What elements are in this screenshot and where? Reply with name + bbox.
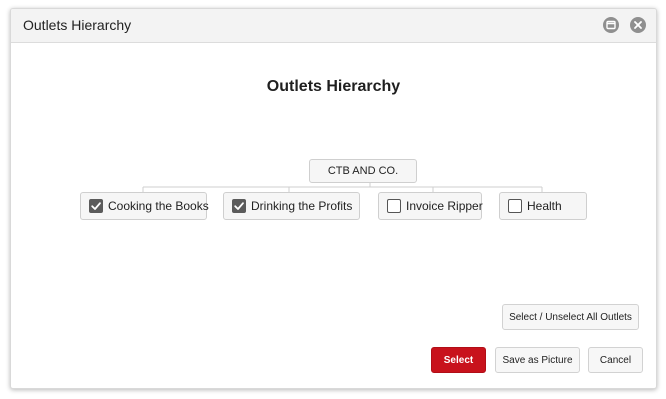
checkbox-checked-icon[interactable] (89, 199, 103, 213)
save-as-picture-button[interactable]: Save as Picture (495, 347, 580, 373)
outlet-label: Health (527, 199, 562, 213)
cancel-button[interactable]: Cancel (588, 347, 643, 373)
outlet-label: Cooking the Books (108, 199, 209, 213)
outlet-node-invoice-ripper[interactable]: Invoice Ripper (378, 192, 483, 220)
stage: Outlets Hierarchy Outlets Hierarchy CTB … (0, 0, 666, 399)
outlets-hierarchy-dialog: Outlets Hierarchy Outlets Hierarchy CTB … (10, 8, 657, 389)
checkbox-unchecked-icon[interactable] (387, 199, 401, 213)
outlet-label: Drinking the Profits (251, 199, 353, 213)
tree-root-label: CTB AND CO. (327, 165, 399, 177)
select-button[interactable]: Select (431, 347, 486, 373)
checkbox-unchecked-icon[interactable] (508, 199, 522, 213)
outlet-node-health[interactable]: Health (499, 192, 587, 220)
outlet-label: Invoice Ripper (406, 199, 483, 213)
tree-root-node[interactable]: CTB AND CO. (309, 159, 417, 183)
outlet-node-cooking-the-books[interactable]: Cooking the Books (80, 192, 209, 220)
select-unselect-all-button[interactable]: Select / Unselect All Outlets (502, 304, 639, 330)
outlet-node-drinking-the-profits[interactable]: Drinking the Profits (223, 192, 360, 220)
checkbox-checked-icon[interactable] (232, 199, 246, 213)
